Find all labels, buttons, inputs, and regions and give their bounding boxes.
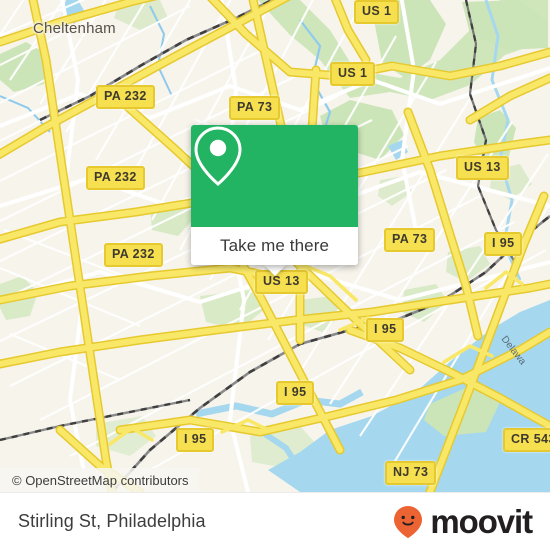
highway-shield[interactable]: PA 73 <box>384 228 436 252</box>
highway-shield[interactable]: PA 232 <box>96 85 155 109</box>
card-pin-area <box>191 125 358 227</box>
highway-shield[interactable]: PA 232 <box>86 166 145 190</box>
location-title: Stirling St, Philadelphia <box>18 511 206 531</box>
highway-shield[interactable]: I 95 <box>276 381 315 405</box>
map-screen: Cheltenham Delawa US 1 US 1 PA 232 PA 73… <box>0 0 550 550</box>
take-me-there-label: Take me there <box>219 236 330 255</box>
card-action-area[interactable]: Take me there <box>191 227 358 265</box>
take-me-there-card[interactable]: Take me there <box>191 125 358 265</box>
highway-shield[interactable]: CR 543 <box>503 428 550 452</box>
footer-bar: Stirling St, Philadelphia moovit <box>0 492 550 550</box>
callout-tail <box>263 264 287 276</box>
map-canvas[interactable]: Cheltenham Delawa US 1 US 1 PA 232 PA 73… <box>0 0 550 492</box>
moovit-wordmark: moovit <box>430 503 533 540</box>
location-pin-icon <box>194 126 242 186</box>
highway-shield[interactable]: NJ 73 <box>385 461 437 485</box>
moovit-logo[interactable]: moovit <box>393 503 533 540</box>
highway-shield[interactable]: US 1 <box>330 62 376 86</box>
highway-shield[interactable]: I 95 <box>484 232 523 256</box>
attribution-text: © OpenStreetMap contributors <box>12 472 189 488</box>
highway-shield[interactable]: US 13 <box>456 156 509 180</box>
highway-shield[interactable]: PA 73 <box>229 96 281 120</box>
map-attribution[interactable]: © OpenStreetMap contributors <box>0 468 199 492</box>
place-label-cheltenham: Cheltenham <box>33 20 116 37</box>
highway-shield[interactable]: I 95 <box>366 318 405 342</box>
highway-shield[interactable]: PA 232 <box>104 243 163 267</box>
highway-shield[interactable]: I 95 <box>176 428 215 452</box>
moovit-pin-smiley-icon <box>394 505 423 538</box>
highway-shield[interactable]: US 1 <box>354 0 400 24</box>
